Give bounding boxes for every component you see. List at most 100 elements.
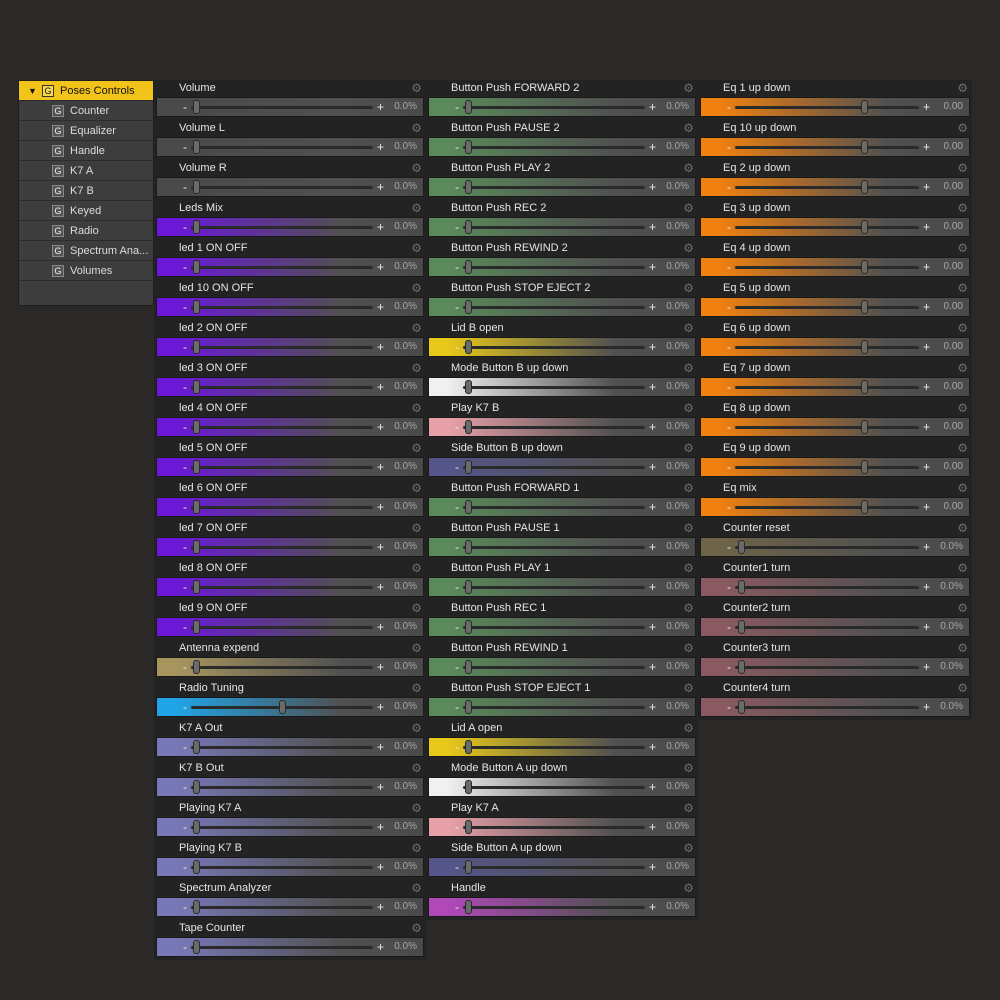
slider-handle[interactable] — [193, 540, 201, 554]
control-value[interactable]: 0.0% — [666, 861, 689, 872]
control-value[interactable]: 0.00 — [944, 501, 963, 512]
slider-handle[interactable] — [465, 700, 473, 714]
control-slider[interactable]: - +0.0% — [428, 217, 696, 237]
control-slider[interactable]: - +0.00 — [700, 257, 970, 277]
gear-icon[interactable]: ⚙ — [957, 361, 968, 375]
slider-track[interactable] — [463, 146, 645, 149]
slider-track[interactable] — [463, 386, 645, 389]
slider-handle[interactable] — [193, 740, 201, 754]
increment-button[interactable]: + — [923, 219, 930, 235]
slider-handle[interactable] — [465, 580, 473, 594]
increment-button[interactable]: + — [377, 259, 384, 275]
gear-icon[interactable]: ⚙ — [683, 481, 694, 495]
slider-track[interactable] — [463, 746, 645, 749]
decrement-button[interactable]: - — [727, 459, 731, 475]
increment-button[interactable]: + — [649, 499, 656, 515]
gear-icon[interactable]: ⚙ — [411, 921, 422, 935]
slider-track[interactable] — [735, 546, 919, 549]
control-value[interactable]: 0.0% — [666, 821, 689, 832]
increment-button[interactable]: + — [649, 379, 656, 395]
decrement-button[interactable]: - — [455, 739, 459, 755]
control-slider[interactable]: - +0.0% — [700, 577, 970, 597]
control-slider[interactable]: - +0.0% — [428, 177, 696, 197]
tree-item-handle[interactable]: G Handle — [19, 141, 153, 161]
decrement-button[interactable]: - — [727, 259, 731, 275]
gear-icon[interactable]: ⚙ — [957, 441, 968, 455]
decrement-button[interactable]: - — [455, 419, 459, 435]
slider-track[interactable] — [735, 306, 919, 309]
slider-track[interactable] — [463, 626, 645, 629]
slider-handle[interactable] — [465, 220, 473, 234]
decrement-button[interactable]: - — [455, 579, 459, 595]
slider-track[interactable] — [463, 306, 645, 309]
slider-handle[interactable] — [465, 300, 473, 314]
control-value[interactable]: 0.00 — [944, 381, 963, 392]
control-value[interactable]: 0.0% — [666, 501, 689, 512]
decrement-button[interactable]: - — [183, 419, 187, 435]
slider-track[interactable] — [463, 826, 645, 829]
increment-button[interactable]: + — [377, 339, 384, 355]
slider-handle[interactable] — [465, 140, 473, 154]
slider-track[interactable] — [191, 746, 373, 749]
decrement-button[interactable]: - — [455, 499, 459, 515]
increment-button[interactable]: + — [377, 419, 384, 435]
slider-handle[interactable] — [193, 780, 201, 794]
slider-track[interactable] — [463, 106, 645, 109]
increment-button[interactable]: + — [923, 699, 930, 715]
control-slider[interactable]: - +0.0% — [428, 97, 696, 117]
decrement-button[interactable]: - — [455, 659, 459, 675]
decrement-button[interactable]: - — [183, 179, 187, 195]
slider-handle[interactable] — [193, 900, 201, 914]
slider-track[interactable] — [191, 146, 373, 149]
slider-track[interactable] — [463, 346, 645, 349]
control-value[interactable]: 0.0% — [394, 741, 417, 752]
gear-icon[interactable]: ⚙ — [411, 161, 422, 175]
decrement-button[interactable]: - — [727, 699, 731, 715]
control-slider[interactable]: - +0.0% — [156, 417, 424, 437]
decrement-button[interactable]: - — [455, 699, 459, 715]
slider-handle[interactable] — [465, 180, 473, 194]
decrement-button[interactable]: - — [455, 899, 459, 915]
slider-handle[interactable] — [860, 180, 868, 194]
control-slider[interactable]: - +0.0% — [700, 537, 970, 557]
control-slider[interactable]: - +0.00 — [700, 497, 970, 517]
decrement-button[interactable]: - — [727, 579, 731, 595]
control-slider[interactable]: - +0.0% — [156, 777, 424, 797]
control-slider[interactable]: - +0.0% — [428, 377, 696, 397]
control-value[interactable]: 0.0% — [394, 661, 417, 672]
gear-icon[interactable]: ⚙ — [411, 241, 422, 255]
tree-item-equalizer[interactable]: G Equalizer — [19, 121, 153, 141]
increment-button[interactable]: + — [649, 699, 656, 715]
control-slider[interactable]: - +0.00 — [700, 217, 970, 237]
control-value[interactable]: 0.0% — [394, 501, 417, 512]
gear-icon[interactable]: ⚙ — [683, 441, 694, 455]
slider-handle[interactable] — [193, 940, 201, 954]
gear-icon[interactable]: ⚙ — [957, 321, 968, 335]
increment-button[interactable]: + — [377, 859, 384, 875]
control-value[interactable]: 0.00 — [944, 221, 963, 232]
slider-track[interactable] — [463, 466, 645, 469]
triangle-down-icon[interactable]: ▼ — [28, 81, 37, 100]
slider-track[interactable] — [191, 226, 373, 229]
slider-track[interactable] — [735, 466, 919, 469]
increment-button[interactable]: + — [923, 619, 930, 635]
control-value[interactable]: 0.0% — [666, 341, 689, 352]
tree-item-keyed[interactable]: G Keyed — [19, 201, 153, 221]
decrement-button[interactable]: - — [183, 539, 187, 555]
slider-handle[interactable] — [193, 420, 201, 434]
slider-handle[interactable] — [193, 860, 201, 874]
control-value[interactable]: 0.0% — [394, 301, 417, 312]
increment-button[interactable]: + — [649, 739, 656, 755]
slider-handle[interactable] — [193, 180, 201, 194]
gear-icon[interactable]: ⚙ — [683, 561, 694, 575]
tree-item-k7-b[interactable]: G K7 B — [19, 181, 153, 201]
increment-button[interactable]: + — [923, 339, 930, 355]
decrement-button[interactable]: - — [183, 939, 187, 955]
control-slider[interactable]: - +0.0% — [428, 697, 696, 717]
control-value[interactable]: 0.0% — [666, 701, 689, 712]
decrement-button[interactable]: - — [727, 99, 731, 115]
slider-handle[interactable] — [465, 340, 473, 354]
increment-button[interactable]: + — [377, 139, 384, 155]
slider-track[interactable] — [735, 186, 919, 189]
gear-icon[interactable]: ⚙ — [957, 561, 968, 575]
